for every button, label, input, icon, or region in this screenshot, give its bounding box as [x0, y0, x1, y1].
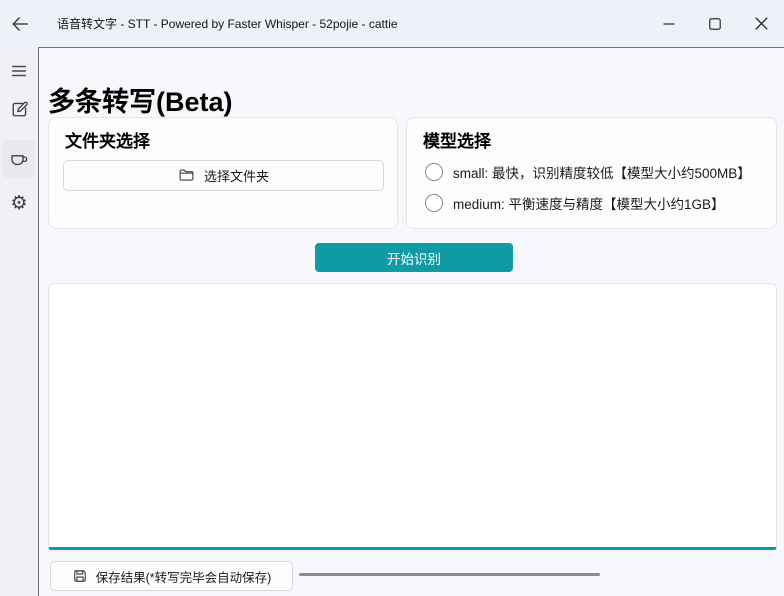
cup-icon	[9, 149, 29, 169]
save-icon	[72, 568, 88, 584]
select-folder-label: 选择文件夹	[203, 169, 269, 184]
progress-bar	[299, 573, 600, 576]
model-option-medium-label: medium: 平衡速度与精度【模型大小约1GB】	[453, 197, 725, 212]
model-option-small-label: small: 最快，识别精度较低【模型大小约500MB】	[453, 166, 751, 181]
back-button[interactable]	[3, 7, 37, 41]
sidebar-item-transcribe[interactable]	[2, 140, 36, 178]
close-icon	[754, 17, 768, 30]
gear-icon: ⚙	[10, 192, 28, 214]
start-recognition-button[interactable]: 开始识别	[315, 243, 513, 272]
close-button[interactable]	[738, 0, 784, 47]
model-panel-title: 模型选择	[423, 132, 491, 151]
radio-button-small[interactable]	[425, 163, 443, 181]
model-selection-panel: 模型选择 small: 最快，识别精度较低【模型大小约500MB】 medium…	[406, 117, 777, 229]
window-title: 语音转文字 - STT - Powered by Faster Whisper …	[57, 17, 398, 31]
transcription-output-area[interactable]	[48, 283, 777, 550]
model-option-medium[interactable]: medium: 平衡速度与精度【模型大小约1GB】	[425, 193, 725, 213]
maximize-button[interactable]	[692, 0, 738, 47]
page-title: 多条转写(Beta)	[48, 87, 233, 118]
edit-icon	[10, 100, 29, 119]
hamburger-menu-icon	[10, 62, 28, 80]
back-arrow-icon	[9, 13, 31, 35]
sidebar-item-menu[interactable]	[2, 56, 36, 86]
save-button-label: 保存结果(*转写完毕会自动保存)	[95, 570, 272, 585]
title-bar: 语音转文字 - STT - Powered by Faster Whisper …	[0, 0, 784, 47]
folder-selection-panel: 文件夹选择 选择文件夹	[48, 117, 398, 229]
minimize-icon	[663, 18, 675, 30]
folder-panel-title: 文件夹选择	[65, 132, 150, 151]
window-controls	[646, 0, 784, 47]
minimize-button[interactable]	[646, 0, 692, 47]
folder-icon	[178, 167, 195, 184]
model-option-small[interactable]: small: 最快，识别精度较低【模型大小约500MB】	[425, 162, 751, 182]
save-results-button[interactable]: 保存结果(*转写完毕会自动保存)	[50, 561, 293, 591]
sidebar-item-settings[interactable]: ⚙	[2, 188, 36, 218]
maximize-icon	[709, 17, 721, 30]
sidebar-item-edit[interactable]	[2, 94, 36, 124]
sidebar: ⚙	[0, 47, 38, 596]
select-folder-button[interactable]: 选择文件夹	[63, 160, 384, 191]
radio-button-medium[interactable]	[425, 194, 443, 212]
